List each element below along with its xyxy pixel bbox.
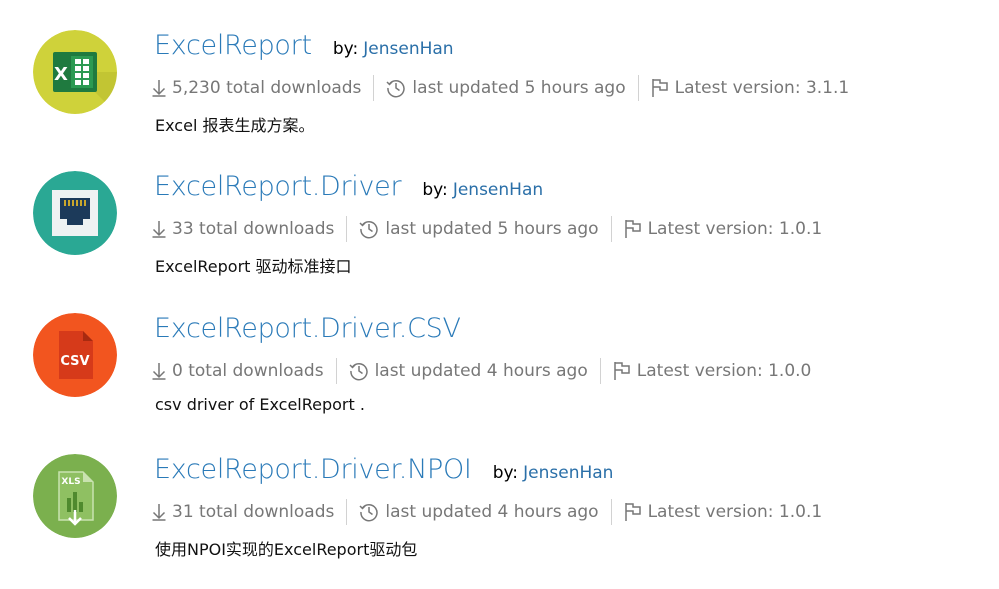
updated-text: last updated 4 hours ago bbox=[385, 502, 599, 522]
meta-divider bbox=[335, 358, 337, 384]
meta-divider bbox=[637, 75, 639, 101]
author-link[interactable]: JensenHan bbox=[363, 39, 453, 59]
version-stat: Latest version: 1.0.0 bbox=[609, 361, 816, 381]
version-text: Latest version: 1.0.1 bbox=[647, 502, 823, 522]
by-label: by: bbox=[492, 463, 519, 483]
package-item: CSV ExcelReport.Driver.CSV 0 total downl… bbox=[0, 313, 999, 448]
meta-divider bbox=[599, 358, 601, 384]
meta-divider bbox=[610, 216, 612, 242]
flag-icon bbox=[624, 220, 641, 238]
flag-icon bbox=[614, 362, 630, 380]
flag-icon bbox=[651, 79, 668, 97]
package-meta: 5,230 total downloads last updated 5 hou… bbox=[148, 74, 853, 102]
history-clock-icon bbox=[359, 220, 379, 239]
author-link[interactable]: JensenHan bbox=[523, 463, 613, 483]
updated-text: last updated 4 hours ago bbox=[374, 361, 588, 381]
svg-text:X: X bbox=[54, 64, 68, 85]
downloads-text: 5,230 total downloads bbox=[172, 78, 362, 98]
package-title-link[interactable]: ExcelReport.Driver.NPOI bbox=[154, 454, 472, 485]
version-text: Latest version: 1.0.0 bbox=[636, 361, 812, 381]
csv-icon-label: CSV bbox=[60, 354, 89, 369]
by-label: by: bbox=[332, 39, 359, 59]
package-meta: 0 total downloads last updated 4 hours a… bbox=[148, 357, 815, 385]
flag-icon bbox=[624, 503, 641, 521]
xls-file-icon[interactable]: XLS bbox=[33, 454, 117, 538]
package-meta: 33 total downloads last updated 5 hours … bbox=[148, 215, 826, 243]
downloads-stat: 5,230 total downloads bbox=[148, 78, 365, 98]
package-title-link[interactable]: ExcelReport.Driver bbox=[154, 171, 402, 202]
xls-icon-label: XLS bbox=[61, 477, 80, 487]
ethernet-port-icon[interactable] bbox=[33, 171, 117, 255]
updated-stat: last updated 4 hours ago bbox=[355, 502, 602, 522]
downloads-text: 0 total downloads bbox=[172, 361, 324, 381]
history-clock-icon bbox=[386, 79, 406, 98]
download-arrow-icon bbox=[152, 80, 166, 97]
updated-stat: last updated 5 hours ago bbox=[355, 219, 602, 239]
meta-divider bbox=[346, 216, 348, 242]
package-title-link[interactable]: ExcelReport bbox=[154, 30, 312, 61]
updated-stat: last updated 4 hours ago bbox=[345, 361, 592, 381]
meta-divider bbox=[373, 75, 375, 101]
download-arrow-icon bbox=[152, 363, 166, 380]
version-text: Latest version: 1.0.1 bbox=[647, 219, 823, 239]
package-title-link[interactable]: ExcelReport.Driver.CSV bbox=[154, 313, 461, 344]
downloads-stat: 33 total downloads bbox=[148, 219, 338, 239]
by-label: by: bbox=[422, 180, 448, 200]
excel-icon[interactable]: X bbox=[33, 30, 117, 114]
updated-text: last updated 5 hours ago bbox=[385, 219, 599, 239]
updated-text: last updated 5 hours ago bbox=[412, 78, 626, 98]
version-text: Latest version: 3.1.1 bbox=[674, 78, 850, 98]
package-description: Excel 报表生成方案。 bbox=[155, 116, 315, 135]
download-arrow-icon bbox=[152, 504, 166, 521]
package-item: XLS ExcelReport.Driver.NPOI by: JensenHa… bbox=[0, 454, 999, 589]
history-clock-icon bbox=[349, 362, 368, 381]
package-description: ExcelReport 驱动标准接口 bbox=[155, 257, 352, 276]
package-item: ExcelReport.Driver by: JensenHan 33 tota… bbox=[0, 171, 999, 306]
version-stat: Latest version: 1.0.1 bbox=[620, 219, 827, 239]
version-stat: Latest version: 1.0.1 bbox=[620, 502, 827, 522]
package-description: 使用NPOI实现的ExcelReport驱动包 bbox=[155, 540, 418, 559]
downloads-text: 31 total downloads bbox=[172, 502, 335, 522]
download-arrow-icon bbox=[152, 221, 166, 238]
meta-divider bbox=[610, 499, 612, 525]
downloads-stat: 31 total downloads bbox=[148, 502, 338, 522]
package-meta: 31 total downloads last updated 4 hours … bbox=[148, 498, 826, 526]
package-item: X ExcelReport by: JensenHan 5,230 total … bbox=[0, 30, 999, 165]
downloads-stat: 0 total downloads bbox=[148, 361, 328, 381]
version-stat: Latest version: 3.1.1 bbox=[647, 78, 854, 98]
package-description: csv driver of ExcelReport . bbox=[155, 395, 365, 414]
history-clock-icon bbox=[359, 503, 379, 522]
downloads-text: 33 total downloads bbox=[172, 219, 335, 239]
csv-file-icon[interactable]: CSV bbox=[33, 313, 117, 397]
meta-divider bbox=[346, 499, 348, 525]
author-link[interactable]: JensenHan bbox=[453, 180, 543, 200]
updated-stat: last updated 5 hours ago bbox=[382, 78, 629, 98]
